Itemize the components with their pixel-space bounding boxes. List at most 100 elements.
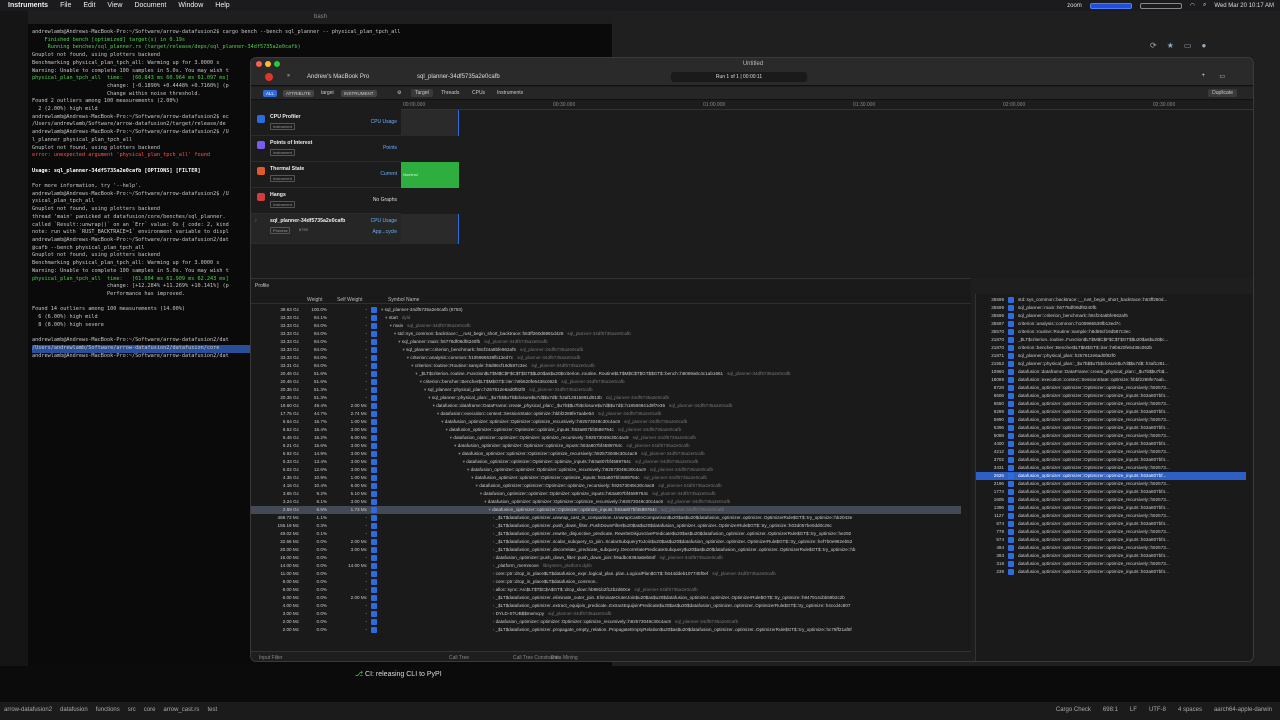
track-cpu-profiler[interactable]: CPU Profiler Instrument CPU Usage (251, 110, 401, 136)
col-symbol-name[interactable]: Symbol Name (388, 297, 419, 303)
stack-frame[interactable]: 3431 datafusion_optimizer::optimizer::Opt… (976, 464, 1246, 472)
table-row[interactable]: 17.75 Gc 44.7% 2.74 Mc ▾ datafusion::execut… (251, 410, 961, 418)
close-button[interactable] (256, 61, 262, 67)
table-row[interactable]: 5.02 Gc 12.6% 3.00 Mc ▾ datafusion_optimize… (251, 466, 961, 474)
breadcrumb-item[interactable]: datafusion (60, 707, 88, 713)
table-row[interactable]: 11.00 Mc 0.0% - › core::ptr::drop_in_place$… (251, 570, 961, 578)
tab-threads[interactable]: Threads (441, 89, 459, 97)
stack-frame[interactable]: 2196 datafusion_optimizer::optimizer::Opt… (976, 480, 1246, 488)
stack-frame[interactable]: 1127 datafusion_optimizer::optimizer::Opt… (976, 512, 1246, 520)
call-tree-button[interactable]: Call Tree (449, 655, 469, 661)
profile-selector[interactable]: Profile (255, 283, 269, 289)
add-instrument-icon[interactable]: + (1201, 73, 1205, 79)
table-row[interactable]: 19.60 Gc 49.4% 2.00 Mc ▾ datafusion::datafr… (251, 402, 961, 410)
process-cpu-graph[interactable] (401, 214, 459, 244)
table-row[interactable]: 4.00 Mc 0.0% - › _$LT$datafusion_optimizer.… (251, 602, 961, 610)
stack-frame[interactable]: 1396 datafusion_optimizer::optimizer::Opt… (976, 504, 1246, 512)
breadcrumb-item[interactable]: arrow-datafusion2 (4, 707, 52, 713)
stack-frame[interactable]: 21870 criterion::bencher::Bencher$LT$M$GT… (976, 344, 1246, 352)
table-row[interactable]: 3.24 Gc 8.1% 3.00 Mc ▾ datafusion_optimizer… (251, 498, 961, 506)
bookmark-star-icon[interactable]: ★ (1167, 41, 1174, 50)
filter-target[interactable]: target (321, 90, 334, 96)
table-row[interactable]: 20.00 Mc 0.0% 3.00 Mc › _$LT$datafusion_opt… (251, 546, 961, 554)
menu-view[interactable]: View (107, 2, 122, 9)
filter-token-all[interactable]: ALL (263, 90, 278, 97)
record-button[interactable] (265, 73, 273, 81)
ci-notification[interactable]: ⎇ CI: releasing CLI to PyPI (355, 670, 505, 684)
stack-frame[interactable]: 5990 datafusion_optimizer::optimizer::Opt… (976, 416, 1246, 424)
tab-cpus[interactable]: CPUs (472, 89, 485, 97)
stack-frame[interactable]: 3702 datafusion_optimizer::optimizer::Opt… (976, 456, 1246, 464)
stack-frame[interactable]: 1605 datafusion_optimizer::optimizer::Opt… (976, 496, 1246, 504)
tab-target[interactable]: Target (411, 89, 433, 97)
status-item[interactable]: UTF-8 (1149, 707, 1166, 713)
stack-frame[interactable]: 21870 _$LT$criterion..routine..Function$L… (976, 336, 1246, 344)
table-row[interactable]: 6.00 Mc 0.0% 2.00 Mc › _$LT$datafusion_opti… (251, 594, 961, 602)
table-row[interactable]: 6.64 Gc 16.7% 1.00 Mc ▾ datafusion_optimize… (251, 418, 961, 426)
stack-frame[interactable]: 778 datafusion_optimizer::optimizer::Opti… (976, 528, 1246, 536)
table-row[interactable]: 5.92 Gc 14.9% 3.00 Mc ▾ datafusion_optimize… (251, 450, 961, 458)
table-row[interactable]: 6.21 Gc 15.6% 3.00 Mc ▾ datafusion_optimize… (251, 442, 961, 450)
table-row[interactable]: 32.66 Mc 0.0% 2.00 Mc › _$LT$datafusion_opt… (251, 538, 961, 546)
stack-frame[interactable]: 10960 datafusion::dataframe::DataFrame::c… (976, 368, 1246, 376)
table-row[interactable]: 155.19 Mc 0.3% - › _$LT$datafusion_optimize… (251, 522, 961, 530)
table-row[interactable]: 20.45 Gc 51.6% - ▾ criterion::bencher::Benc… (251, 378, 961, 386)
sidebar-icon[interactable]: ▭ (1184, 41, 1192, 50)
table-row[interactable]: 33.33 Gc 84.0% - ▾ std::sys_common::backtra… (251, 330, 961, 338)
stack-frame[interactable]: 8728 datafusion_optimizer::optimizer::Opt… (976, 384, 1246, 392)
table-row[interactable]: 33.33 Gc 84.0% - ▾ criterion::analysis::com… (251, 354, 961, 362)
track-thermal-state[interactable]: Thermal State Instrument Current (251, 162, 401, 188)
table-row[interactable]: 5.33 Gc 13.4% 3.00 Mc ▾ datafusion_optimize… (251, 458, 961, 466)
zoom-icon[interactable]: zoom (1067, 3, 1082, 9)
stack-frame[interactable]: 18089 datafusion::execution::context::Ses… (976, 376, 1246, 384)
stack-frame[interactable]: 35599 sql_planner::main::h6778df09df8240f… (976, 304, 1246, 312)
zoom-button[interactable] (274, 61, 280, 67)
col-weight[interactable]: Weight (307, 297, 322, 303)
menu-document[interactable]: Document (134, 2, 166, 9)
table-row[interactable]: 8.00 Mc 0.0% - › core::ptr::drop_in_place$L… (251, 578, 961, 586)
breadcrumb-item[interactable]: core (144, 707, 156, 713)
input-filter[interactable]: Input Filter (259, 655, 283, 661)
table-row[interactable]: 2.59 Gc 6.5% 1.73 Mc ▾ datafusion_optimizer… (251, 506, 961, 514)
stack-frame[interactable]: 6289 datafusion_optimizer::optimizer::Opt… (976, 408, 1246, 416)
stack-frame[interactable]: 6606 datafusion_optimizer::optimizer::Opt… (976, 392, 1246, 400)
menu-help[interactable]: Help (215, 2, 229, 9)
stack-frame[interactable]: 35570 criterion::routine::Routine::sample… (976, 328, 1246, 336)
device-selector[interactable]: Andrew's MacBook Pro (307, 74, 369, 80)
table-row[interactable]: 6.52 Gc 16.4% 3.00 Mc ▾ datafusion_optimize… (251, 426, 961, 434)
breadcrumb-item[interactable]: functions (96, 707, 120, 713)
table-row[interactable]: 33.33 Gc 84.0% - ▾ sql_planner::criterion_b… (251, 346, 961, 354)
minimize-button[interactable] (265, 61, 271, 67)
col-self-weight[interactable]: Self Weight (337, 297, 362, 303)
menu-edit[interactable]: Edit (83, 2, 95, 9)
table-row[interactable]: 33.33 Gc 84.1% - ▾ start dyld (251, 314, 961, 322)
search-icon[interactable]: ⌕ (1203, 2, 1206, 9)
table-row[interactable]: 49.02 Mc 0.1% - › _$LT$datafusion_optimizer… (251, 530, 961, 538)
stack-frame[interactable]: 21552 sql_planner::physical_plan::_$u7b$$… (976, 360, 1246, 368)
track-hangs[interactable]: Hangs Instrument No Graphs (251, 188, 401, 214)
pause-icon[interactable]: ⏸ (287, 73, 290, 80)
table-row[interactable]: 2.00 Mc 0.0% - › _$LT$datafusion_optimizer.… (251, 626, 961, 634)
table-row[interactable]: 20.45 Gc 51.6% - ▾ _$LT$criterion..routine.… (251, 370, 961, 378)
table-row[interactable]: 8.00 Mc 0.0% - › alloc::sync::Arc$LT$T$C$A$… (251, 586, 961, 594)
app-menu[interactable]: Instruments (8, 2, 48, 9)
stack-frame[interactable]: 5088 datafusion_optimizer::optimizer::Opt… (976, 432, 1246, 440)
stack-frame[interactable]: 4400 datafusion_optimizer::optimizer::Opt… (976, 440, 1246, 448)
tab-instruments[interactable]: Instruments (497, 89, 523, 97)
table-row[interactable]: 33.33 Gc 84.0% - ▾ sql_planner::main::h6778… (251, 338, 961, 346)
track-points-of-interest[interactable]: Points of Interest Instrument Points (251, 136, 401, 162)
table-row[interactable]: 16.00 Mc 0.0% - › datafusion_optimizer::pus… (251, 554, 961, 562)
breadcrumb-item[interactable]: src (128, 707, 136, 713)
table-row[interactable]: 14.00 Mc 0.0% 14.00 Mc › _platform_memmove l… (251, 562, 961, 570)
stack-frame[interactable]: 5396 datafusion_optimizer::optimizer::Opt… (976, 424, 1246, 432)
breadcrumb-item[interactable]: test (207, 707, 217, 713)
wifi-icon[interactable]: ◠ (1190, 2, 1195, 9)
menu-file[interactable]: File (60, 2, 71, 9)
table-row[interactable]: 39.63 Gc 100.0% - ▾ sql_planner-34df5735a2e… (251, 306, 961, 314)
duplicate-button[interactable]: Duplicate (1208, 89, 1237, 97)
track-process[interactable]: › sql_planner-34df5735a2e0cafb Process 6… (251, 214, 401, 244)
status-item[interactable]: 4 spaces (1178, 707, 1202, 713)
gear-icon[interactable]: ⚙ (397, 90, 401, 96)
status-item[interactable]: aarch64-apple-darwin (1214, 707, 1272, 713)
table-row[interactable]: 2.00 Mc 0.0% - › datafusion_optimizer::opti… (251, 618, 961, 626)
